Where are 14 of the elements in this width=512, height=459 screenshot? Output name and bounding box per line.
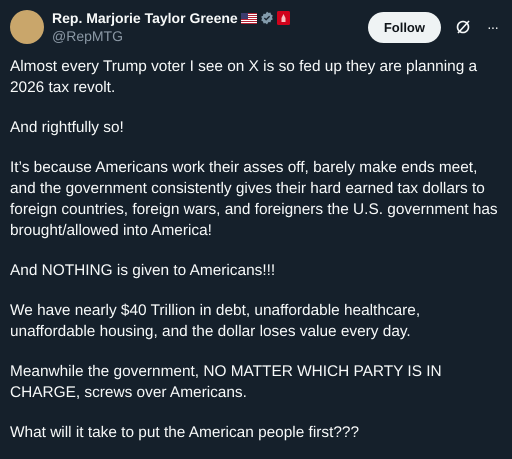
affiliate-badge-icon xyxy=(276,11,290,25)
flag-icon xyxy=(240,12,257,24)
post-paragraph: And NOTHING is given to Americans!!! xyxy=(10,261,276,281)
post-paragraph: Meanwhile the government, NO MATTER WHICH PARTY IS IN CHARGE, screws over Americans. xyxy=(10,362,443,403)
post-paragraph: We have nearly $40 Trillion in debt, unaffordable healthcare, unaffordable housing, and the dollar loses value every day. xyxy=(10,301,422,342)
post-paragraph: It’s because Americans work their asses off, barely make ends meet, and the government consistently gives their hard earned tax dollars to foreign countries, foreign wars, and foreigners the U.S. government has brought/allowed into America! xyxy=(10,158,499,241)
avatar[interactable] xyxy=(10,10,44,44)
author-handle[interactable]: @RepMTG xyxy=(52,28,360,44)
more-button[interactable]: ··· xyxy=(487,19,498,35)
post-paragraph: And rightfully so! xyxy=(10,118,125,138)
follow-button[interactable]: Follow xyxy=(368,12,441,42)
post-paragraph: What will it take to put the American people first??? xyxy=(10,423,360,443)
author-name[interactable]: Rep. Marjorie Taylor Greene xyxy=(52,10,238,26)
post-paragraph: Almost every Trump voter I see on X is so fed up they are planning a 2026 tax revolt. xyxy=(10,57,478,98)
